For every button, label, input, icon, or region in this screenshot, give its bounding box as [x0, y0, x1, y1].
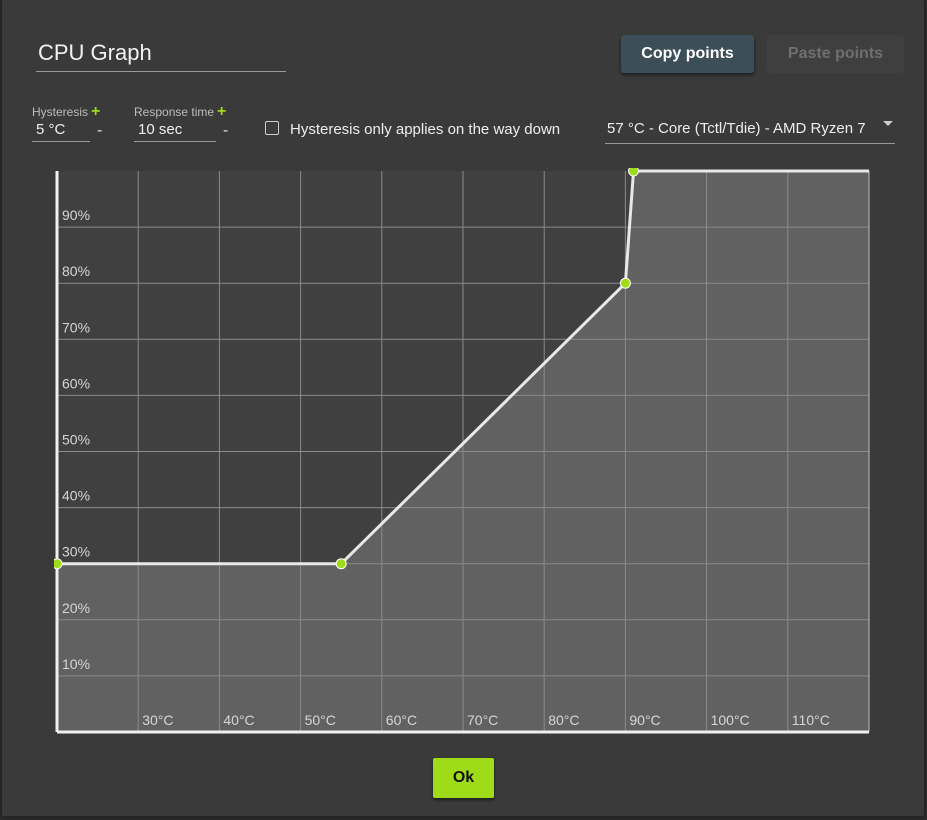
hysteresis-label: Hysteresis +	[32, 103, 100, 121]
response-time-minus-button[interactable]: -	[223, 122, 228, 140]
response-time-label-text: Response time	[134, 105, 215, 119]
y-tick-label: 40%	[62, 488, 90, 504]
y-tick-label: 60%	[62, 375, 90, 391]
hysteresis-down-checkbox[interactable]	[265, 121, 279, 135]
hysteresis-plus-icon[interactable]: +	[91, 103, 100, 120]
chevron-down-icon	[883, 121, 893, 126]
x-tick-label: 50°C	[305, 712, 336, 728]
sensor-select[interactable]: 57 °C - Core (Tctl/Tdie) - AMD Ryzen 7	[605, 116, 895, 144]
sensor-select-value: 57 °C - Core (Tctl/Tdie) - AMD Ryzen 7	[607, 120, 866, 137]
hysteresis-input[interactable]: 5 °C	[32, 120, 90, 142]
curve-point[interactable]	[54, 558, 63, 570]
response-time-input[interactable]: 10 sec	[134, 120, 216, 142]
curve-point[interactable]	[619, 277, 631, 289]
x-tick-label: 90°C	[629, 712, 660, 728]
y-tick-label: 70%	[62, 319, 90, 335]
y-tick-label: 50%	[62, 432, 90, 448]
curve-point[interactable]	[335, 558, 347, 570]
y-tick-label: 80%	[62, 263, 90, 279]
fan-curve-graph[interactable]: 10% 20% 30% 40% 50% 60% 70% 80% 90% 30°C 40°C 50°C 6…	[54, 168, 874, 736]
hysteresis-label-text: Hysteresis	[32, 105, 89, 119]
fan-curve-dialog: CPU Graph Copy points Paste points Hyste…	[2, 0, 924, 816]
curve-point[interactable]	[628, 168, 640, 177]
hysteresis-down-label[interactable]: Hysteresis only applies on the way down	[290, 121, 560, 138]
x-tick-label: 70°C	[467, 712, 498, 728]
response-time-label: Response time +	[134, 103, 226, 121]
y-tick-label: 10%	[62, 656, 90, 672]
y-tick-label: 90%	[62, 207, 90, 223]
x-tick-label: 40°C	[223, 712, 254, 728]
y-tick-label: 20%	[62, 600, 90, 616]
copy-points-button[interactable]: Copy points	[621, 35, 754, 73]
response-time-plus-icon[interactable]: +	[217, 103, 226, 120]
x-tick-label: 100°C	[711, 712, 750, 728]
x-tick-label: 60°C	[386, 712, 417, 728]
x-tick-label: 30°C	[142, 712, 173, 728]
ok-button[interactable]: Ok	[433, 758, 494, 798]
paste-points-button[interactable]: Paste points	[767, 35, 904, 73]
x-tick-label: 80°C	[548, 712, 579, 728]
graph-name-input[interactable]: CPU Graph	[36, 38, 286, 72]
hysteresis-minus-button[interactable]: -	[97, 122, 102, 140]
x-tick-label: 110°C	[792, 712, 830, 728]
y-tick-label: 30%	[62, 544, 90, 560]
